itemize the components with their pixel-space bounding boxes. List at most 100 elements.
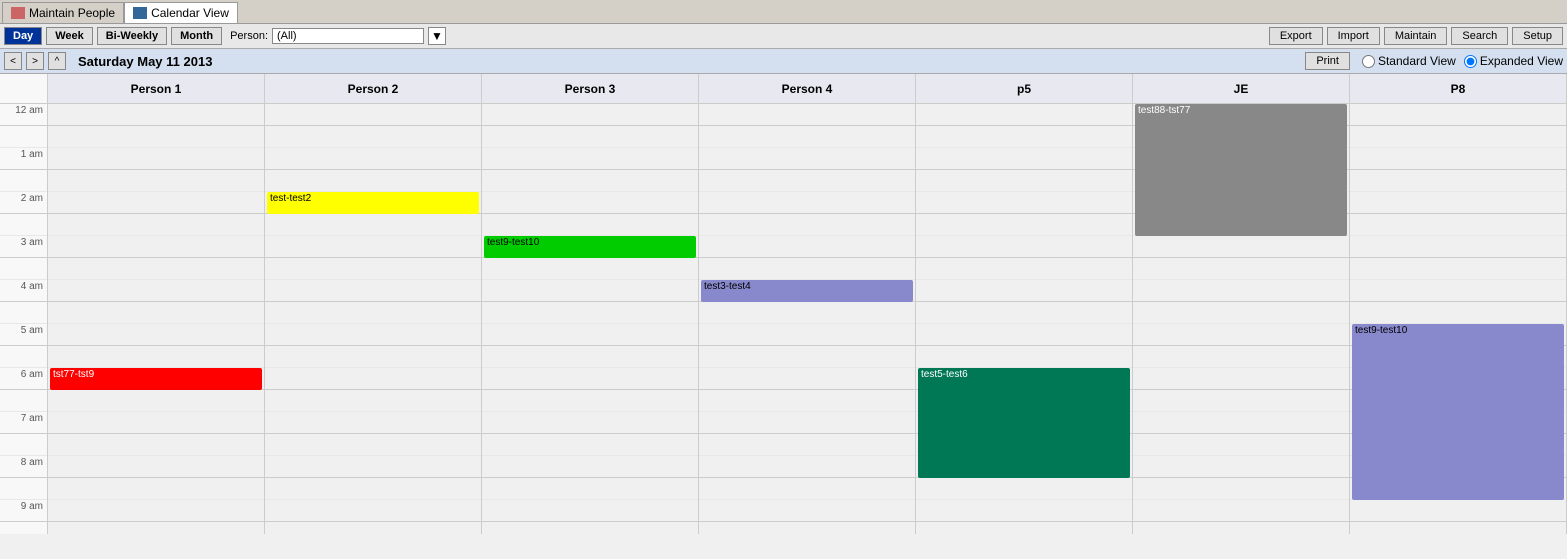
event-ev5[interactable]: tst77-tst9 bbox=[50, 368, 262, 390]
slot-row bbox=[699, 148, 915, 170]
col-header-je: JE bbox=[1133, 74, 1349, 104]
title-tabs-bar: Maintain People Calendar View bbox=[0, 0, 1567, 24]
slot-row bbox=[48, 170, 264, 192]
slot-row bbox=[265, 148, 481, 170]
view-biweekly-button[interactable]: Bi-Weekly bbox=[97, 27, 167, 45]
time-slot bbox=[0, 434, 47, 456]
slot-row bbox=[916, 192, 1132, 214]
slot-row bbox=[699, 258, 915, 280]
time-slot bbox=[0, 522, 47, 534]
slot-row bbox=[916, 236, 1132, 258]
slot-row bbox=[48, 412, 264, 434]
slot-row bbox=[48, 192, 264, 214]
col-header-person4: Person 4 bbox=[699, 74, 915, 104]
view-month-button[interactable]: Month bbox=[171, 27, 222, 45]
col-header-person3: Person 3 bbox=[482, 74, 698, 104]
time-slot bbox=[0, 390, 47, 412]
slot-row bbox=[48, 148, 264, 170]
slot-row bbox=[265, 170, 481, 192]
slot-row bbox=[699, 214, 915, 236]
slot-row bbox=[265, 500, 481, 522]
tab-maintain-people[interactable]: Maintain People bbox=[2, 2, 124, 23]
slot-row bbox=[699, 390, 915, 412]
slot-row bbox=[699, 302, 915, 324]
standard-view-text: Standard View bbox=[1378, 54, 1456, 68]
slot-row bbox=[1133, 280, 1349, 302]
event-ev3[interactable]: test3-test4 bbox=[701, 280, 913, 302]
nav-bar: < > ^ Saturday May 11 2013 Print Standar… bbox=[0, 49, 1567, 74]
person-select[interactable] bbox=[272, 28, 424, 44]
slot-row bbox=[48, 214, 264, 236]
standard-view-radio[interactable] bbox=[1362, 55, 1375, 68]
slot-row bbox=[916, 280, 1132, 302]
slot-row bbox=[482, 434, 698, 456]
prev-button[interactable]: < bbox=[4, 52, 22, 70]
col-header-p5: p5 bbox=[916, 74, 1132, 104]
slot-row bbox=[48, 258, 264, 280]
slot-row bbox=[1133, 434, 1349, 456]
import-button[interactable]: Import bbox=[1327, 27, 1380, 45]
expanded-view-radio[interactable] bbox=[1464, 55, 1477, 68]
slot-row bbox=[48, 324, 264, 346]
slot-row bbox=[1350, 148, 1566, 170]
tab-calendar-view-label: Calendar View bbox=[151, 6, 229, 20]
export-button[interactable]: Export bbox=[1269, 27, 1323, 45]
view-day-button[interactable]: Day bbox=[4, 27, 42, 45]
slot-row bbox=[482, 390, 698, 412]
slot-row bbox=[48, 434, 264, 456]
event-ev4[interactable]: test9-test10 bbox=[1352, 324, 1564, 500]
search-button[interactable]: Search bbox=[1451, 27, 1508, 45]
tab-calendar-view[interactable]: Calendar View bbox=[124, 2, 238, 23]
setup-button[interactable]: Setup bbox=[1512, 27, 1563, 45]
grid-scroll-area[interactable]: Person 1tst77-tst9Person 2test-test2Pers… bbox=[48, 74, 1567, 534]
event-ev7[interactable]: test88-tst77 bbox=[1135, 104, 1347, 236]
slot-row bbox=[916, 522, 1132, 534]
event-ev1[interactable]: test-test2 bbox=[267, 192, 479, 214]
person-label: Person: bbox=[230, 30, 268, 42]
slot-row bbox=[482, 368, 698, 390]
toolbar: Day Week Bi-Weekly Month Person: ▼ Expor… bbox=[0, 24, 1567, 49]
slot-row bbox=[916, 500, 1132, 522]
slot-row bbox=[48, 126, 264, 148]
view-week-button[interactable]: Week bbox=[46, 27, 93, 45]
slot-row bbox=[699, 324, 915, 346]
slot-row bbox=[1133, 478, 1349, 500]
slot-row bbox=[265, 456, 481, 478]
expanded-view-text: Expanded View bbox=[1480, 54, 1563, 68]
slot-row bbox=[1133, 390, 1349, 412]
person-col-person2: Person 2test-test2 bbox=[265, 74, 482, 534]
slots-wrapper-je: test88-tst77 bbox=[1133, 104, 1349, 534]
slot-row bbox=[482, 456, 698, 478]
person-dropdown-button[interactable]: ▼ bbox=[428, 27, 446, 45]
slot-row bbox=[1350, 126, 1566, 148]
standard-view-label[interactable]: Standard View bbox=[1362, 54, 1456, 68]
event-ev2[interactable]: test9-test10 bbox=[484, 236, 696, 258]
slot-row bbox=[482, 500, 698, 522]
slot-row bbox=[48, 104, 264, 126]
slot-row bbox=[1350, 104, 1566, 126]
event-ev6[interactable]: test5-test6 bbox=[918, 368, 1130, 478]
slot-row bbox=[265, 324, 481, 346]
time-slots-list: 12 am1 am2 am3 am4 am5 am6 am7 am8 am9 a… bbox=[0, 104, 47, 534]
time-slot: 3 am bbox=[0, 236, 47, 258]
print-button[interactable]: Print bbox=[1305, 52, 1350, 70]
view-options: Standard View Expanded View bbox=[1362, 54, 1563, 68]
current-date: Saturday May 11 2013 bbox=[78, 54, 212, 69]
person-col-person3: Person 3 test9-test10 bbox=[482, 74, 699, 534]
slot-row bbox=[1133, 500, 1349, 522]
time-slot: 9 am bbox=[0, 500, 47, 522]
col-header-p8: P8 bbox=[1350, 74, 1566, 104]
slot-row bbox=[265, 302, 481, 324]
grid-inner: Person 1tst77-tst9Person 2test-test2Pers… bbox=[48, 74, 1567, 534]
slot-row bbox=[699, 170, 915, 192]
slot-row bbox=[48, 236, 264, 258]
slot-row bbox=[699, 368, 915, 390]
time-slot bbox=[0, 170, 47, 192]
person-col-je: JEtest88-tst77 bbox=[1133, 74, 1350, 534]
maintain-button[interactable]: Maintain bbox=[1384, 27, 1448, 45]
expanded-view-label[interactable]: Expanded View bbox=[1464, 54, 1563, 68]
up-button[interactable]: ^ bbox=[48, 52, 66, 70]
time-slot: 1 am bbox=[0, 148, 47, 170]
next-button[interactable]: > bbox=[26, 52, 44, 70]
slot-row bbox=[916, 346, 1132, 368]
